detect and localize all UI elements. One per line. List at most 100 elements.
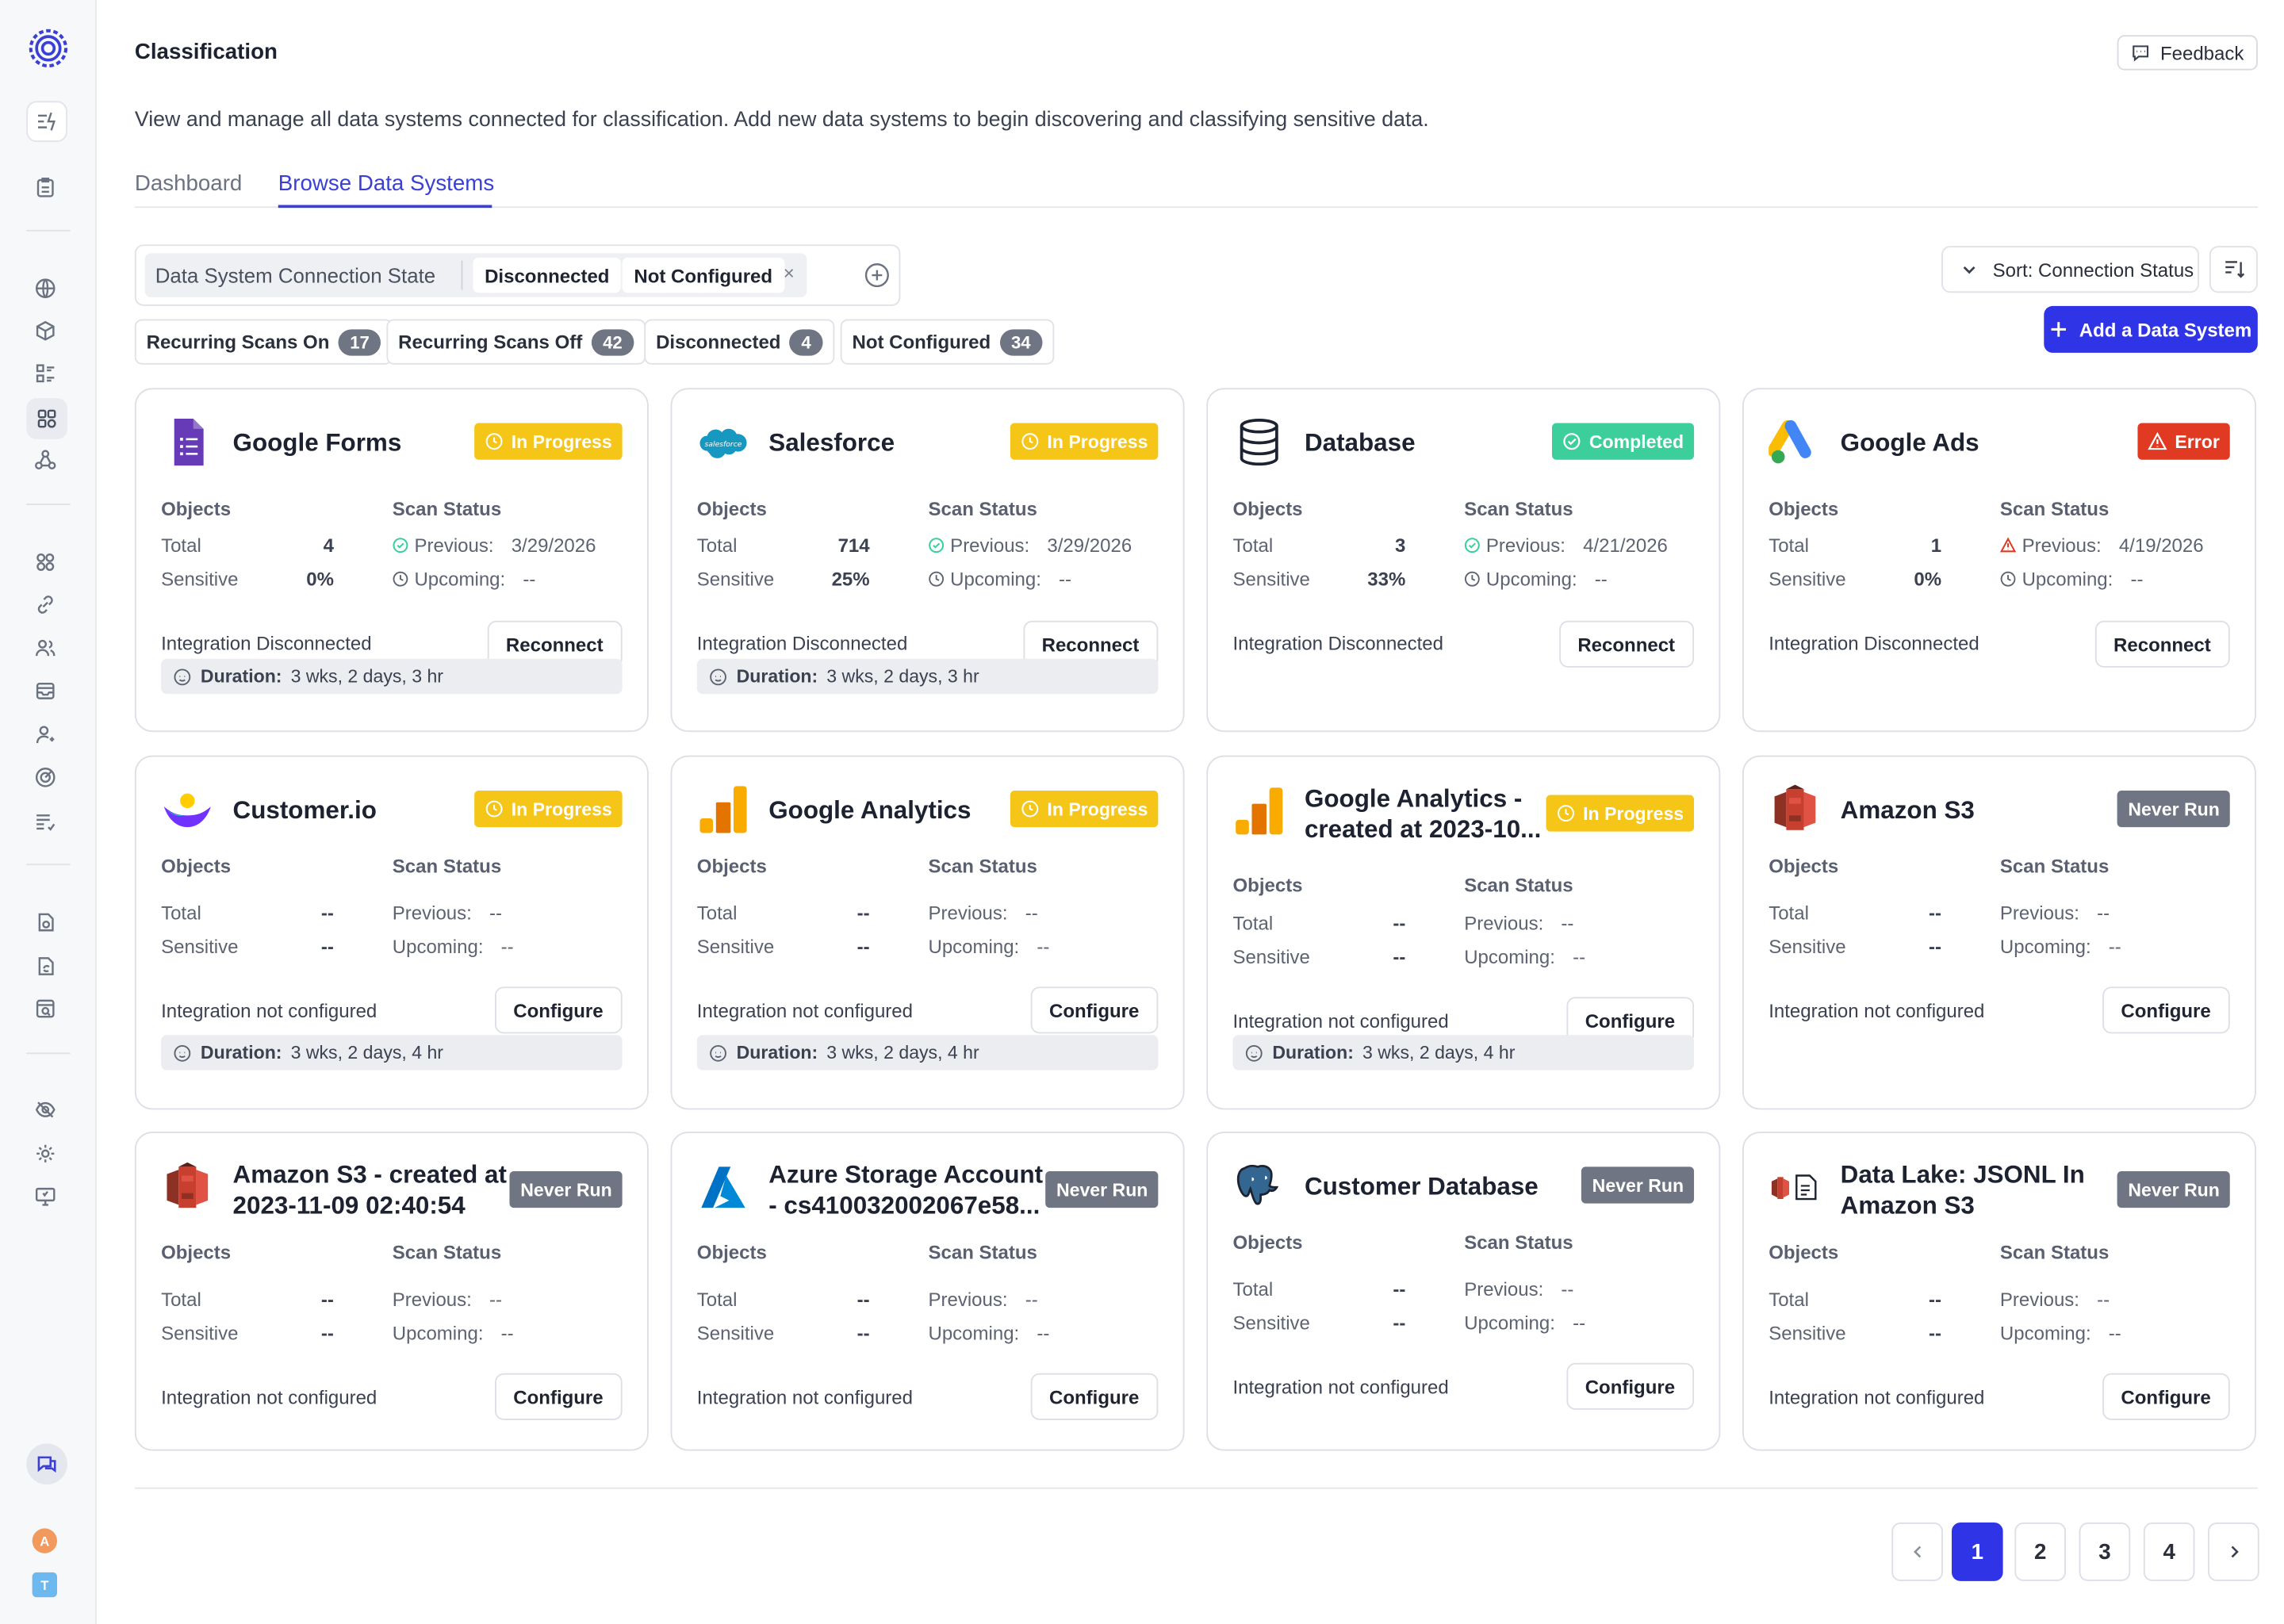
tab-browse-data-systems[interactable]: Browse Data Systems	[278, 171, 494, 196]
apps-icon[interactable]	[29, 546, 62, 579]
stat-chip-recurring-on[interactable]: Recurring Scans On 17	[134, 319, 393, 365]
page-button-2[interactable]: 2	[2014, 1522, 2066, 1581]
document-sync-icon[interactable]	[29, 950, 62, 982]
card-title[interactable]: Google Ads	[1841, 427, 2104, 458]
scan-status-heading: Scan Status	[392, 855, 502, 877]
document-shield-icon[interactable]	[29, 906, 62, 939]
sensitive-value: --	[1929, 935, 1942, 958]
filter-group: Data System Connection State Disconnecte…	[144, 253, 807, 297]
data-system-card[interactable]: Customer Database Never Run Objects Scan…	[1206, 1132, 1721, 1451]
upcoming-scan: Upcoming: --	[1464, 946, 1585, 968]
settings-gear-icon[interactable]	[29, 1137, 62, 1170]
sort-direction-button[interactable]	[2209, 246, 2258, 293]
stat-count: 42	[591, 328, 634, 355]
tasks-icon[interactable]	[29, 805, 62, 837]
upcoming-label: Upcoming:	[1464, 945, 1555, 968]
cube-icon[interactable]	[29, 315, 62, 347]
eye-off-icon[interactable]	[29, 1094, 62, 1126]
user-icon[interactable]	[29, 718, 62, 751]
data-system-card[interactable]: Google Analytics - created at 2023-10...…	[1206, 755, 1721, 1110]
sensitive-label: Sensitive	[696, 568, 775, 591]
upcoming-date: --	[2130, 568, 2144, 591]
reconnect-button[interactable]: Reconnect	[2094, 620, 2230, 668]
data-system-card[interactable]: Google Analytics In Progress Objects Sca…	[670, 755, 1185, 1110]
page-button-3[interactable]: 3	[2079, 1522, 2131, 1581]
configure-button[interactable]: Configure	[1030, 1373, 1159, 1420]
filter-chip-disconnected[interactable]: Disconnected	[473, 257, 622, 293]
target-icon[interactable]	[29, 761, 62, 794]
configure-button[interactable]: Configure	[2102, 986, 2230, 1034]
check-circle-icon	[1464, 538, 1480, 553]
card-title[interactable]: Amazon S3	[1841, 795, 2104, 825]
add-data-system-button[interactable]: Add a Data System	[2044, 305, 2258, 353]
chat-support-icon[interactable]	[26, 1443, 67, 1485]
sidebar-divider	[26, 229, 71, 232]
next-page-button[interactable]	[2208, 1522, 2259, 1581]
tab-dashboard[interactable]: Dashboard	[135, 171, 242, 196]
link-icon[interactable]	[29, 588, 62, 621]
monitor-icon[interactable]	[29, 1180, 62, 1212]
remove-filter-close-icon[interactable]: ×	[784, 262, 795, 284]
feedback-button[interactable]: Feedback	[2117, 35, 2258, 71]
classification-icon[interactable]	[26, 398, 67, 439]
workspace-avatar[interactable]: T	[32, 1572, 58, 1598]
total-value: --	[1393, 1277, 1406, 1300]
filter-label[interactable]: Data System Connection State	[155, 263, 435, 287]
card-title[interactable]: Customer Database	[1305, 1171, 1568, 1202]
sensitive-label: Sensitive	[1769, 935, 1846, 958]
scan-status-badge: Never Run	[1581, 1166, 1695, 1204]
network-icon[interactable]	[29, 443, 62, 476]
list-grid-icon[interactable]	[29, 357, 62, 389]
scan-status-badge: Never Run	[1046, 1170, 1159, 1208]
configure-button[interactable]: Configure	[1030, 986, 1159, 1034]
page-button-1[interactable]: 1	[1951, 1522, 2003, 1581]
globe-icon[interactable]	[29, 272, 62, 304]
data-system-card[interactable]: Google Ads Error Objects Scan Status Tot…	[1742, 388, 2256, 733]
card-title[interactable]: Google Forms	[233, 427, 496, 458]
data-system-card[interactable]: Data Lake: JSONL In Amazon S3 Never Run …	[1742, 1132, 2256, 1451]
prev-page-button[interactable]	[1891, 1522, 1943, 1581]
data-system-card[interactable]: Azure Storage Account - cs410032002067e5…	[670, 1132, 1185, 1451]
card-title[interactable]: Amazon S3 - created at 2023-11-09 02:40:…	[233, 1159, 519, 1221]
user-avatar[interactable]: A	[32, 1528, 58, 1553]
objects-heading: Objects	[1769, 855, 1839, 877]
sort-dropdown[interactable]: Sort: Connection Status	[1941, 246, 2199, 293]
data-system-card[interactable]: Google Forms In Progress Objects Scan St…	[134, 388, 649, 733]
card-title[interactable]: Azure Storage Account - cs410032002067e5…	[768, 1159, 1054, 1221]
inbox-icon[interactable]	[29, 675, 62, 707]
stat-chip-disconnected[interactable]: Disconnected 4	[644, 319, 835, 365]
scan-status-heading: Scan Status	[392, 1241, 502, 1264]
duration-value: 3 wks, 2 days, 3 hr	[826, 666, 979, 687]
search-report-icon[interactable]	[29, 993, 62, 1025]
data-system-card[interactable]: Customer.io In Progress Objects Scan Sta…	[134, 755, 649, 1110]
data-system-card[interactable]: Amazon S3 Never Run Objects Scan Status …	[1742, 755, 2256, 1110]
add-filter-plus-icon[interactable]	[864, 262, 890, 288]
app-logo-icon[interactable]	[28, 28, 69, 69]
previous-date: --	[1025, 902, 1038, 924]
activity-icon[interactable]	[26, 101, 67, 143]
filter-chip-not-configured[interactable]: Not Configured	[622, 257, 784, 293]
card-title[interactable]: Salesforce	[768, 427, 1032, 458]
card-title[interactable]: Database	[1305, 427, 1568, 458]
stat-count: 17	[338, 328, 381, 355]
scan-status-heading: Scan Status	[1999, 497, 2110, 520]
reconnect-button[interactable]: Reconnect	[1558, 620, 1695, 668]
data-system-card[interactable]: Amazon S3 - created at 2023-11-09 02:40:…	[134, 1132, 649, 1451]
card-title[interactable]: Data Lake: JSONL In Amazon S3	[1841, 1159, 2126, 1221]
configure-button[interactable]: Configure	[494, 1373, 623, 1420]
previous-date: --	[489, 1288, 503, 1311]
page-button-4[interactable]: 4	[2143, 1522, 2195, 1581]
configure-button[interactable]: Configure	[1565, 1362, 1695, 1410]
data-system-card[interactable]: Database Completed Objects Scan Status T…	[1206, 388, 1721, 733]
configure-button[interactable]: Configure	[2102, 1373, 2230, 1420]
objects-heading: Objects	[696, 1241, 767, 1264]
upcoming-scan: Upcoming: --	[2000, 568, 2144, 591]
stat-chip-not-configured[interactable]: Not Configured 34	[840, 319, 1055, 365]
card-title[interactable]: Google Analytics	[768, 795, 1032, 825]
configure-button[interactable]: Configure	[494, 986, 623, 1034]
data-system-card[interactable]: salesforce Salesforce In Progress Object…	[670, 388, 1185, 733]
card-title[interactable]: Customer.io	[233, 795, 496, 825]
users-icon[interactable]	[29, 633, 62, 665]
stat-chip-recurring-off[interactable]: Recurring Scans Off 42	[386, 319, 646, 365]
clipboard-icon[interactable]	[29, 171, 62, 204]
